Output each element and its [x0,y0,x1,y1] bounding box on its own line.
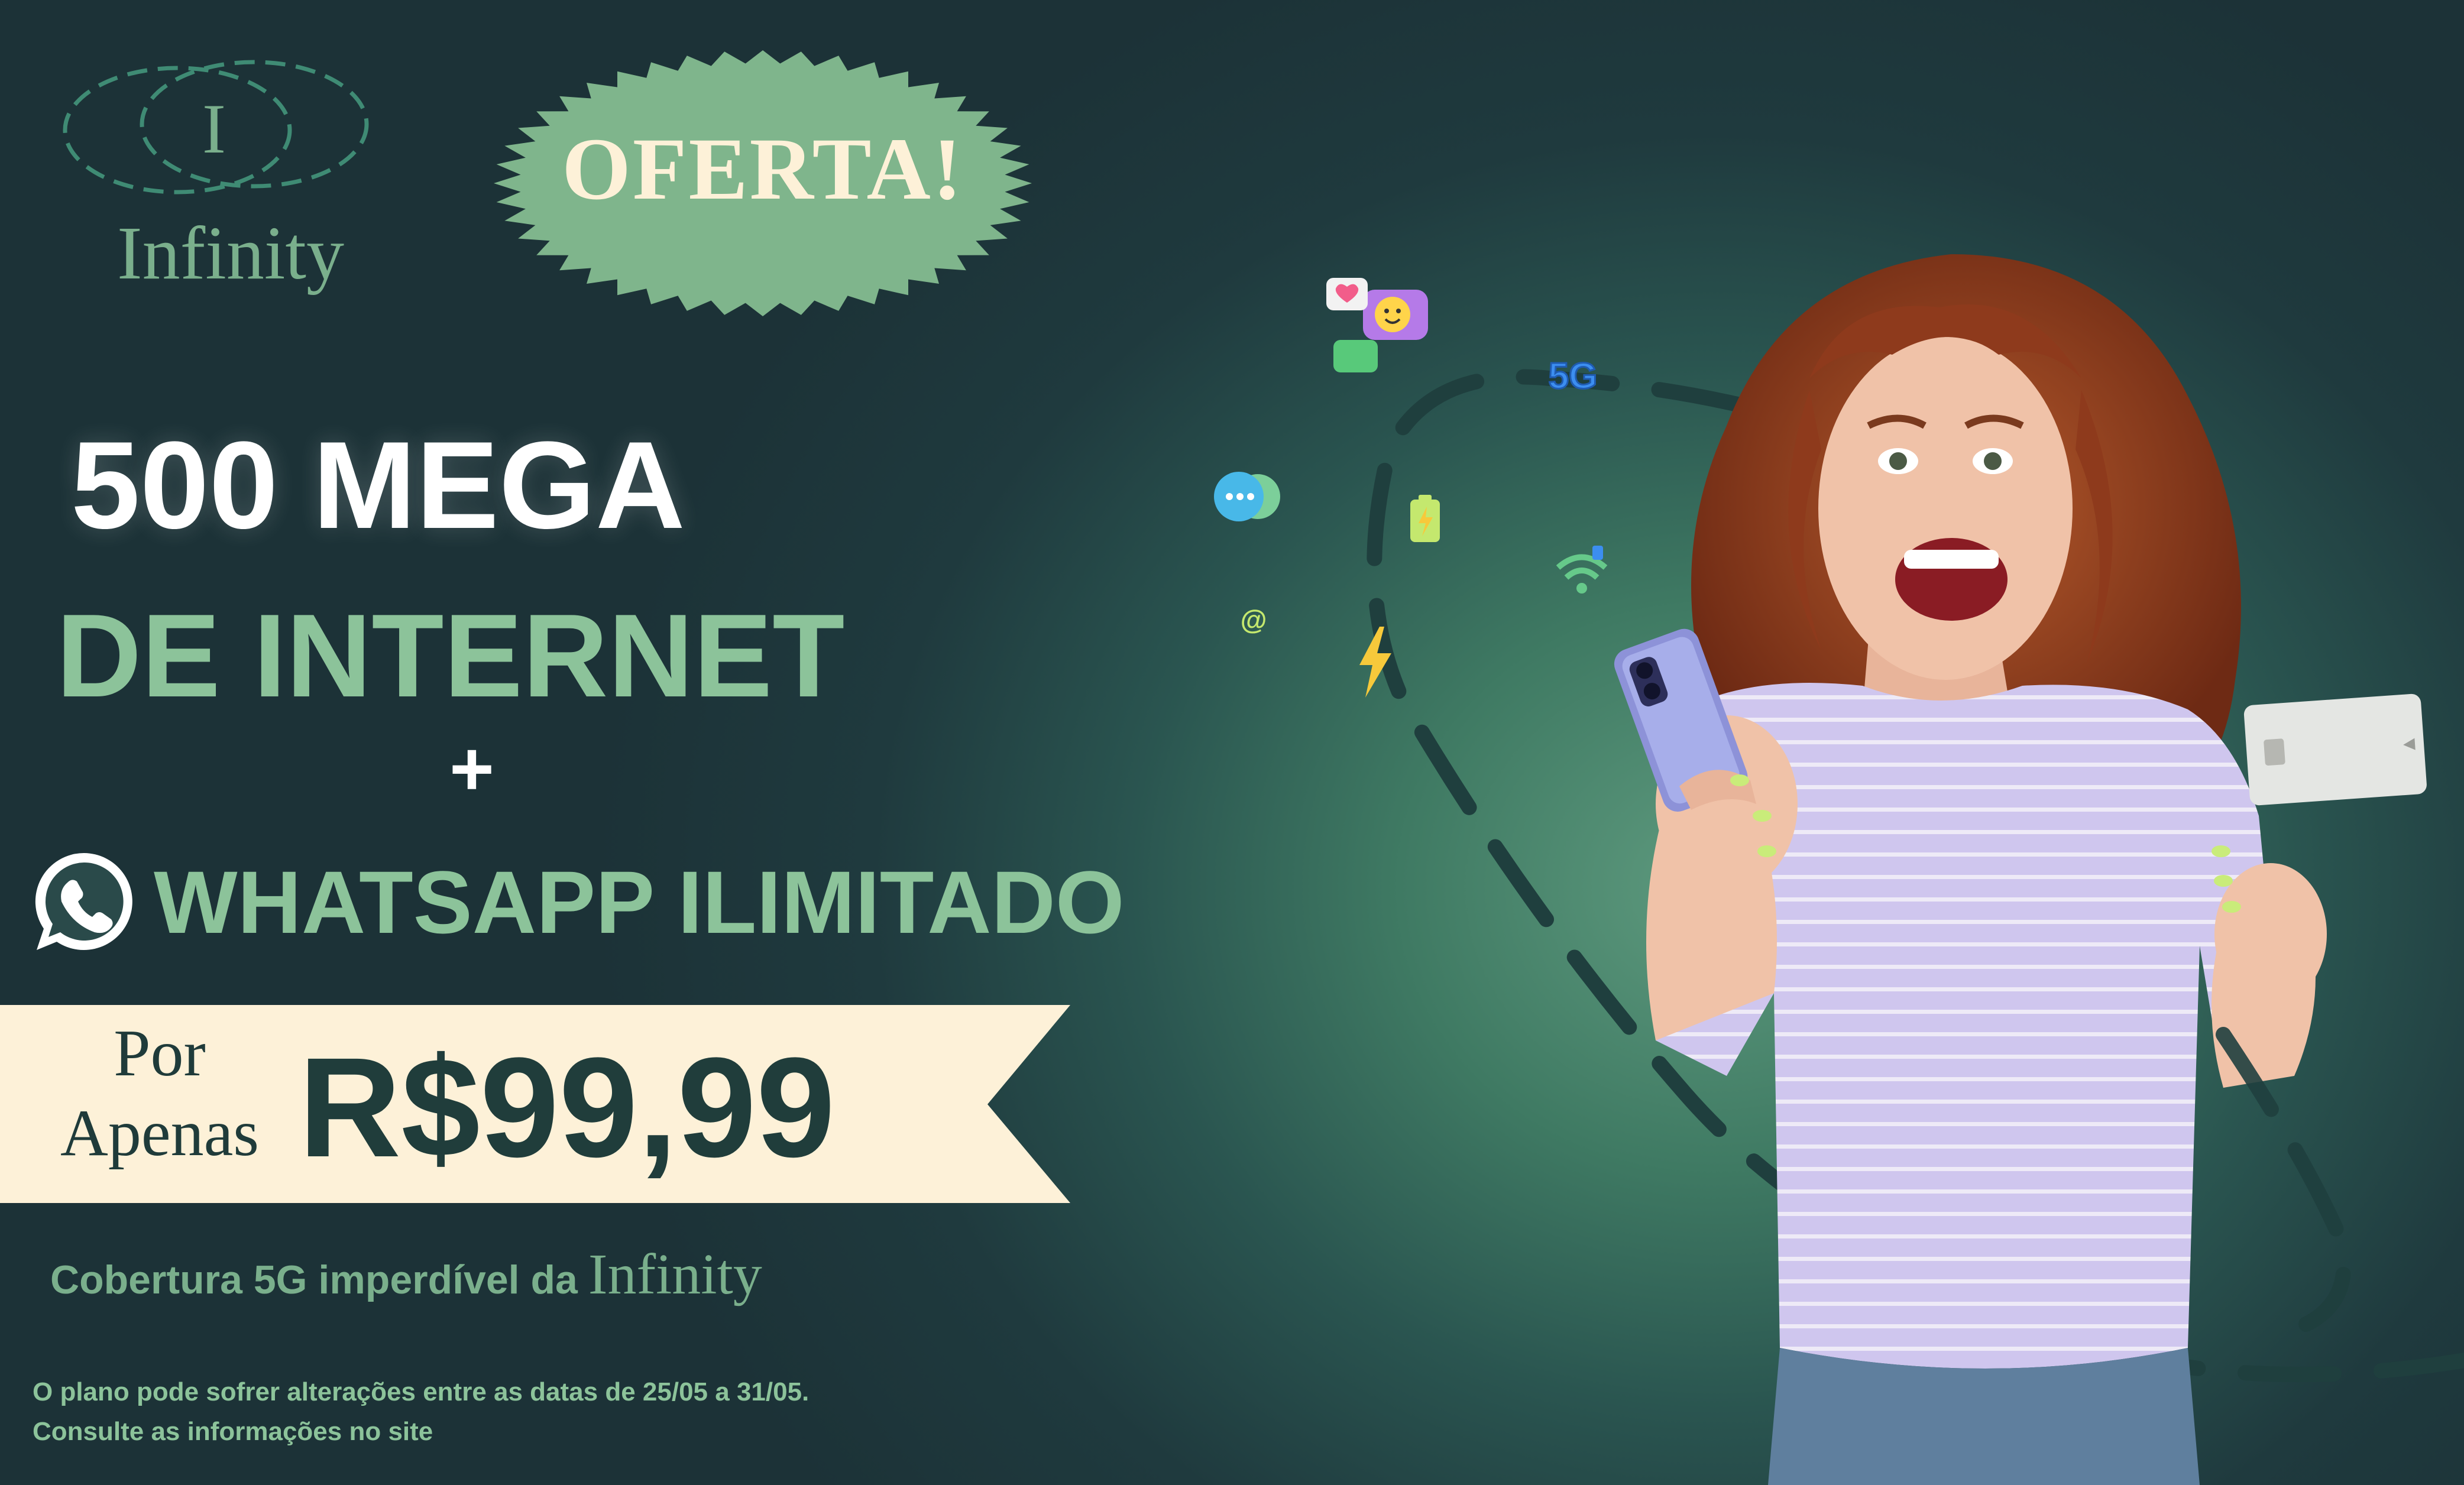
disclaimer-line-2: Consulte as informações no site [33,1417,433,1446]
headline-internet: DE INTERNET [56,590,845,722]
whatsapp-icon [35,852,132,950]
woman-photo [1367,254,2464,1485]
chat-bubble-icon [1326,278,1428,372]
coverage-tagline-text: Cobertura 5G imperdível da [50,1257,578,1302]
headline-speed: 500 MEGA [71,416,685,555]
at-icon: @ [1241,604,1267,635]
brand-name: Infinity [117,211,344,295]
logo-letter: I [202,89,226,168]
price-prefix-por: Por [114,1017,206,1090]
wifi-icon [1556,546,1608,594]
logo-rings-icon: I [63,60,369,194]
price-value: R$99,99 [299,1028,836,1186]
fiveg-label: 5G [1549,356,1598,397]
headline-plus: + [449,725,494,812]
price-prefix-apenas: Apenas [60,1097,259,1170]
message-icon [1214,472,1280,521]
at-label: @ [1241,604,1267,635]
credit-card-icon [2243,693,2427,806]
5g-icon: 5G [1547,355,1598,398]
lightning-icon [1359,627,1391,698]
coverage-tagline-brand: Infinity [588,1243,762,1306]
offer-badge-text: OFERTA! [562,120,964,218]
battery-icon [1410,495,1440,542]
headline-whatsapp: WHATSAPP ILIMITADO [154,852,1125,952]
coverage-tagline: Cobertura 5G imperdível da Infinity [50,1241,762,1308]
face [1818,337,2073,680]
disclaimer-line-1: O plano pode sofrer alterações entre as … [33,1377,810,1406]
